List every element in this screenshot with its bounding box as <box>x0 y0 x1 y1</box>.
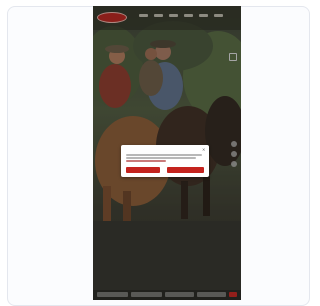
cookie-consent-dialog: ✕ <box>121 145 209 177</box>
dialog-text-line <box>126 154 202 156</box>
mobile-page-preview: ✕ <box>93 6 241 300</box>
accept-button[interactable] <box>126 167 160 173</box>
privacy-link[interactable] <box>126 160 166 162</box>
close-icon[interactable]: ✕ <box>202 147 205 152</box>
dialog-text-line <box>126 157 196 159</box>
settings-button[interactable] <box>167 167 204 173</box>
